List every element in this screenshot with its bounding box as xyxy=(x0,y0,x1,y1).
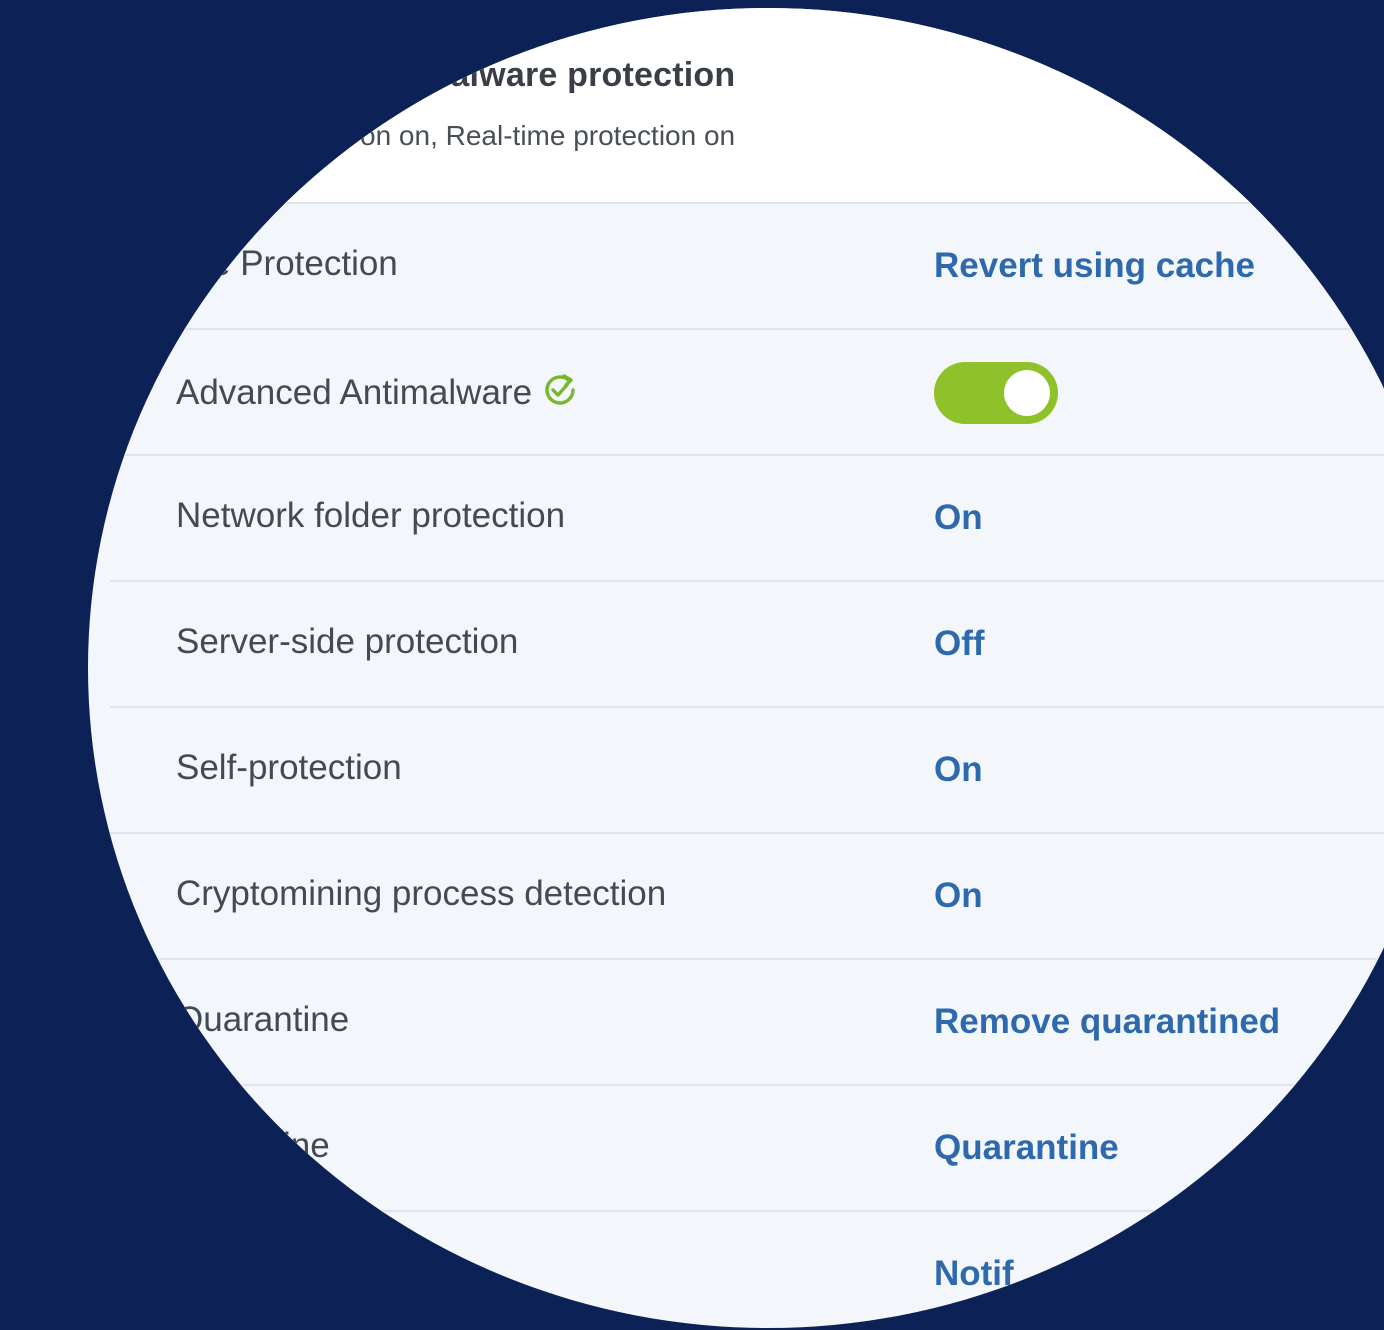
setting-label: tive Protection xyxy=(176,244,398,283)
setting-value-link[interactable]: Quarantine xyxy=(934,1128,1119,1168)
setting-value-link[interactable]: On xyxy=(934,498,983,538)
setting-row-cryptomining-detection[interactable]: Cryptomining process detection On xyxy=(110,834,1384,960)
magnified-lens: malware protection on on, Real-time prot… xyxy=(88,8,1384,1328)
toggle-knob xyxy=(1004,370,1050,416)
setting-row-quarantine[interactable]: Quarantine Remove quarantined xyxy=(110,960,1384,1086)
setting-label: Quarantine xyxy=(176,1000,350,1039)
setting-value-link[interactable]: Remove quarantined xyxy=(934,1002,1280,1042)
setting-value-link[interactable]: Revert using cache xyxy=(934,246,1255,286)
setting-label-container: n xyxy=(176,1252,243,1301)
setting-label: Advanced Antimalware xyxy=(176,373,533,412)
setting-row-behavior-engine[interactable]: ior engine Quarantine xyxy=(110,1086,1384,1212)
setting-label: Network folder protection xyxy=(176,496,566,535)
setting-label: Self-protection xyxy=(176,748,402,787)
setting-label: ior engine xyxy=(176,1126,330,1165)
setting-row-self-protection[interactable]: Self-protection On xyxy=(110,708,1384,834)
setting-label-container: Advanced Antimalware xyxy=(176,370,580,419)
setting-row-advanced-antimalware[interactable]: Advanced Antimalware xyxy=(110,330,1384,456)
advanced-antimalware-toggle[interactable] xyxy=(934,362,1058,424)
setting-label: Cryptomining process detection xyxy=(176,874,667,913)
setting-value-link[interactable]: Notif xyxy=(934,1254,1014,1294)
section-title: malware protection xyxy=(420,56,736,94)
sync-check-icon xyxy=(203,1252,243,1301)
section-header: malware protection on on, Real-time prot… xyxy=(88,8,1384,204)
setting-value-link[interactable]: Off xyxy=(934,624,985,664)
sync-check-icon xyxy=(540,370,580,419)
section-subtitle: on on, Real-time protection on xyxy=(360,120,736,151)
setting-value-link[interactable]: On xyxy=(934,750,983,790)
antimalware-settings-panel: malware protection on on, Real-time prot… xyxy=(88,8,1384,1328)
setting-row-network-folder-protection[interactable]: Network folder protection On xyxy=(110,456,1384,582)
setting-row-server-side-protection[interactable]: Server-side protection Off xyxy=(110,582,1384,708)
setting-row-active-protection[interactable]: tive Protection Revert using cache xyxy=(110,204,1384,330)
setting-row-partial[interactable]: n Notif xyxy=(110,1212,1384,1328)
setting-value-link[interactable]: On xyxy=(934,876,983,916)
setting-label: Server-side protection xyxy=(176,622,519,661)
setting-label: n xyxy=(176,1255,196,1294)
